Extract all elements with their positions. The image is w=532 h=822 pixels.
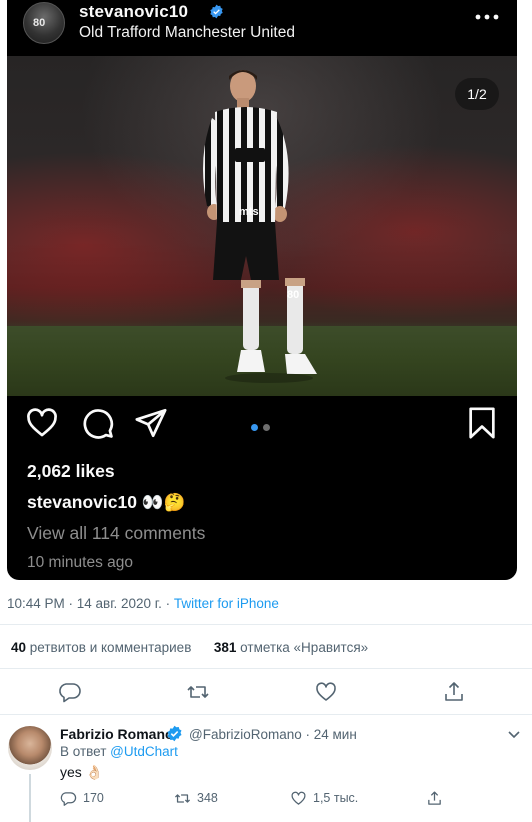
- reply-count: 170: [83, 791, 104, 805]
- retweet-icon: [174, 793, 191, 803]
- instagram-embed[interactable]: 80 stevanovic10 Old Trafford Manchester …: [7, 0, 517, 580]
- tweet-actions: [0, 680, 532, 704]
- reply-to-mention[interactable]: @UtdChart: [110, 744, 178, 759]
- reply-share-button[interactable]: [426, 788, 443, 808]
- share-tweet-icon[interactable]: [442, 680, 466, 704]
- likes-label: отметка «Нравится»: [236, 640, 369, 655]
- likes-stat[interactable]: 381 отметка «Нравится»: [214, 640, 368, 655]
- like-icon[interactable]: [314, 680, 338, 704]
- carousel-dot: [263, 424, 270, 431]
- retweet-count: 348: [197, 791, 218, 805]
- jersey-sponsor-text: mts: [239, 206, 259, 218]
- reply-actions: 170 348 1,5 тыс.: [60, 788, 520, 808]
- bookmark-icon[interactable]: [465, 406, 499, 440]
- share-icon[interactable]: [134, 406, 168, 440]
- retweets-label: ретвитов и комментариев: [26, 640, 192, 655]
- photo-counter: 1/2: [455, 78, 499, 110]
- instagram-actions: [7, 406, 517, 446]
- like-icon: [291, 791, 306, 805]
- jersey-number-text: 80: [287, 289, 300, 301]
- reply-prefix: В ответ: [60, 744, 111, 759]
- reply-reply-button[interactable]: 170: [60, 788, 104, 808]
- verified-badge-icon: [210, 4, 223, 19]
- post-time: 10 minutes ago: [27, 554, 133, 571]
- likes-count: 381: [213, 640, 237, 655]
- retweet-icon[interactable]: [186, 680, 210, 704]
- retweets-stat[interactable]: 40 ретвитов и комментариев: [11, 640, 191, 655]
- replying-to: В ответ @UtdChart: [60, 744, 178, 759]
- divider: [0, 668, 532, 669]
- football-player-figure: [203, 70, 317, 383]
- reply-author-handle[interactable]: @FabrizioRomano · 24 мин: [189, 727, 357, 742]
- heart-icon[interactable]: [25, 406, 59, 440]
- instagram-location[interactable]: Old Trafford Manchester United: [79, 24, 295, 42]
- caption: stevanovic10 👀🤔: [27, 492, 185, 513]
- reply-author-name[interactable]: Fabrizio Romano: [60, 726, 174, 742]
- instagram-photo[interactable]: mts 80 1/2: [7, 56, 517, 396]
- source-link[interactable]: Twitter for iPhone: [174, 596, 279, 611]
- carousel-dots: [251, 424, 275, 432]
- like-count: 1,5 тыс.: [313, 791, 359, 805]
- instagram-avatar[interactable]: 80: [23, 2, 65, 44]
- instagram-header: 80 stevanovic10 Old Trafford Manchester …: [7, 0, 517, 56]
- tweet-stats: 40 ретвитов и комментариев 381 отметка «…: [11, 640, 368, 655]
- reply-avatar[interactable]: [8, 726, 52, 770]
- instagram-username[interactable]: stevanovic10: [79, 2, 188, 22]
- retweets-count: 40: [11, 640, 27, 655]
- share-icon: [428, 790, 441, 805]
- reply-like-button[interactable]: 1,5 тыс.: [290, 788, 358, 808]
- reply-text: yes 👌🏻: [60, 764, 104, 780]
- reply-tweet[interactable]: Fabrizio Romano @FabrizioRomano · 24 мин…: [0, 716, 532, 822]
- reply-icon[interactable]: [58, 680, 82, 704]
- comment-icon[interactable]: [81, 406, 115, 440]
- timestamp-text[interactable]: 10:44 PM · 14 авг. 2020 г. ·: [7, 596, 174, 611]
- divider: [0, 624, 532, 625]
- reply-retweet-button[interactable]: 348: [174, 788, 218, 808]
- chevron-down-icon[interactable]: [506, 726, 522, 742]
- more-icon[interactable]: [475, 12, 499, 22]
- caption-username[interactable]: stevanovic10: [27, 492, 137, 512]
- carousel-dot-active: [251, 424, 258, 431]
- caption-text: 👀🤔: [141, 492, 186, 512]
- view-comments-link[interactable]: View all 114 comments: [27, 523, 205, 544]
- divider: [0, 714, 532, 715]
- verified-badge-icon: [167, 725, 182, 742]
- tweet-timestamp: 10:44 PM · 14 авг. 2020 г. · Twitter for…: [7, 596, 279, 611]
- likes-count[interactable]: 2,062 likes: [27, 461, 115, 482]
- reply-icon: [60, 791, 77, 806]
- avatar-number: 80: [33, 17, 46, 29]
- thread-line: [29, 774, 31, 822]
